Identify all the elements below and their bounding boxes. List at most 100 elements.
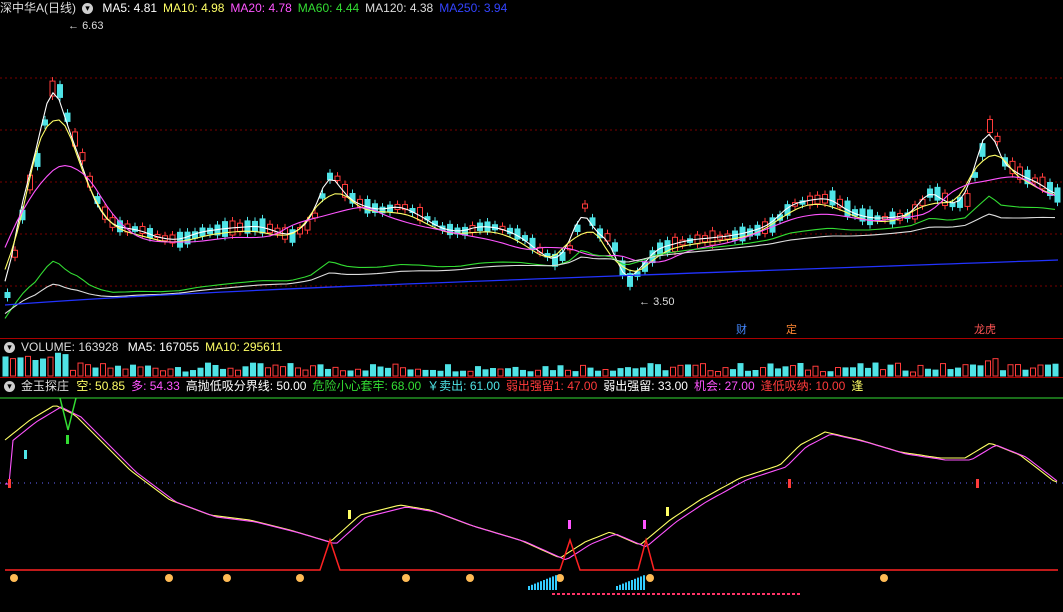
histogram-bar bbox=[628, 581, 630, 590]
volume-bar bbox=[760, 367, 766, 377]
hand-pointer-icon bbox=[466, 574, 474, 582]
volume-bar bbox=[707, 370, 714, 377]
volume-bar bbox=[295, 367, 301, 377]
volume-bar bbox=[107, 367, 114, 377]
volume-bar bbox=[587, 367, 594, 377]
volume-bar bbox=[505, 368, 511, 377]
volume-bar bbox=[722, 367, 729, 377]
volume-bar bbox=[557, 365, 564, 377]
volume-bar bbox=[655, 364, 661, 377]
ma10-line bbox=[4, 119, 1056, 272]
volume-bar bbox=[1030, 367, 1036, 377]
volume-bar bbox=[422, 369, 429, 377]
candle-body bbox=[177, 231, 183, 248]
volume-bar bbox=[205, 362, 211, 377]
volume-bar bbox=[737, 363, 744, 377]
hand-pointer-icon bbox=[880, 574, 888, 582]
candle-body bbox=[972, 172, 978, 178]
volume-bar bbox=[85, 364, 91, 377]
volume-bar bbox=[220, 368, 226, 377]
volume-bar bbox=[460, 370, 466, 377]
volume-bar bbox=[2, 356, 9, 377]
volume-bar bbox=[415, 368, 421, 377]
volume-bar bbox=[790, 365, 796, 377]
histogram-bar bbox=[537, 582, 539, 590]
volume-bar bbox=[527, 371, 534, 377]
volume-bar bbox=[670, 366, 676, 377]
candle-body bbox=[934, 186, 941, 201]
volume-bar bbox=[767, 363, 774, 377]
volume-bar bbox=[355, 368, 361, 377]
histogram-bar bbox=[622, 583, 624, 590]
volume-bar bbox=[325, 368, 331, 377]
histogram-bar bbox=[625, 582, 627, 590]
candle-body bbox=[514, 228, 521, 240]
candle-body bbox=[417, 207, 423, 221]
volume-bar bbox=[467, 370, 474, 377]
volume-bar bbox=[640, 367, 646, 377]
volume-bar bbox=[692, 364, 699, 377]
candle-body bbox=[612, 242, 618, 252]
volume-bar bbox=[857, 363, 864, 377]
volume-bar bbox=[977, 365, 984, 377]
volume-bar bbox=[1000, 370, 1006, 377]
volume-bar bbox=[452, 371, 459, 377]
volume-bar bbox=[715, 370, 721, 377]
volume-bar bbox=[520, 369, 526, 377]
histogram-bar bbox=[616, 586, 618, 590]
volume-bar bbox=[970, 364, 976, 377]
volume-bar bbox=[917, 364, 924, 377]
fixed-badge[interactable]: 定 bbox=[784, 324, 799, 337]
volume-bar bbox=[137, 366, 144, 377]
volume-bar bbox=[392, 363, 399, 377]
candle-body bbox=[987, 119, 993, 133]
volume-bar bbox=[302, 369, 309, 377]
volume-bar bbox=[92, 367, 99, 377]
volume-bar bbox=[317, 364, 324, 377]
volume-bar bbox=[940, 363, 946, 377]
volume-bar bbox=[490, 368, 496, 377]
candle-body bbox=[462, 226, 468, 236]
volume-bar bbox=[175, 367, 181, 377]
finance-badge[interactable]: 财 bbox=[734, 324, 749, 337]
dragon-tiger-badge[interactable]: 龙虎 bbox=[972, 324, 998, 337]
volume-bar bbox=[122, 368, 129, 377]
volume-bar bbox=[887, 364, 894, 377]
candle-body bbox=[327, 172, 333, 181]
volume-bar bbox=[1052, 363, 1059, 377]
hand-pointer-icon bbox=[165, 574, 173, 582]
volume-bar bbox=[872, 362, 879, 377]
volume-bar bbox=[902, 370, 909, 377]
volume-bar bbox=[130, 364, 136, 377]
volume-bar bbox=[70, 369, 76, 377]
stock-chart-canvas[interactable] bbox=[0, 0, 1063, 612]
histogram-bar bbox=[631, 580, 633, 590]
volume-bar bbox=[1015, 364, 1021, 377]
candle-body bbox=[927, 188, 933, 198]
histogram-bar bbox=[555, 575, 557, 590]
volume-bar bbox=[805, 369, 811, 377]
volume-bar bbox=[362, 370, 369, 377]
candle-body bbox=[259, 218, 266, 234]
volume-bar bbox=[377, 366, 384, 377]
histogram-bar bbox=[643, 575, 645, 590]
volume-bar bbox=[610, 370, 616, 377]
volume-bar bbox=[400, 367, 406, 377]
volume-bar bbox=[77, 362, 84, 377]
volume-bar bbox=[932, 369, 939, 377]
signal-marker bbox=[976, 479, 979, 488]
volume-bar bbox=[782, 366, 789, 377]
volume-bar bbox=[617, 368, 624, 377]
volume-bar bbox=[572, 371, 579, 377]
volume-bar bbox=[167, 368, 174, 377]
histogram-bar bbox=[619, 584, 621, 590]
ma5-line bbox=[4, 91, 1056, 282]
volume-bar bbox=[595, 370, 601, 377]
volume-bar bbox=[835, 367, 841, 377]
histogram-bar bbox=[540, 581, 542, 590]
volume-bar bbox=[257, 363, 264, 377]
volume-bar bbox=[700, 363, 706, 377]
ma250-line bbox=[4, 259, 1059, 306]
volume-bar bbox=[775, 368, 781, 377]
histogram-bar bbox=[549, 577, 551, 590]
